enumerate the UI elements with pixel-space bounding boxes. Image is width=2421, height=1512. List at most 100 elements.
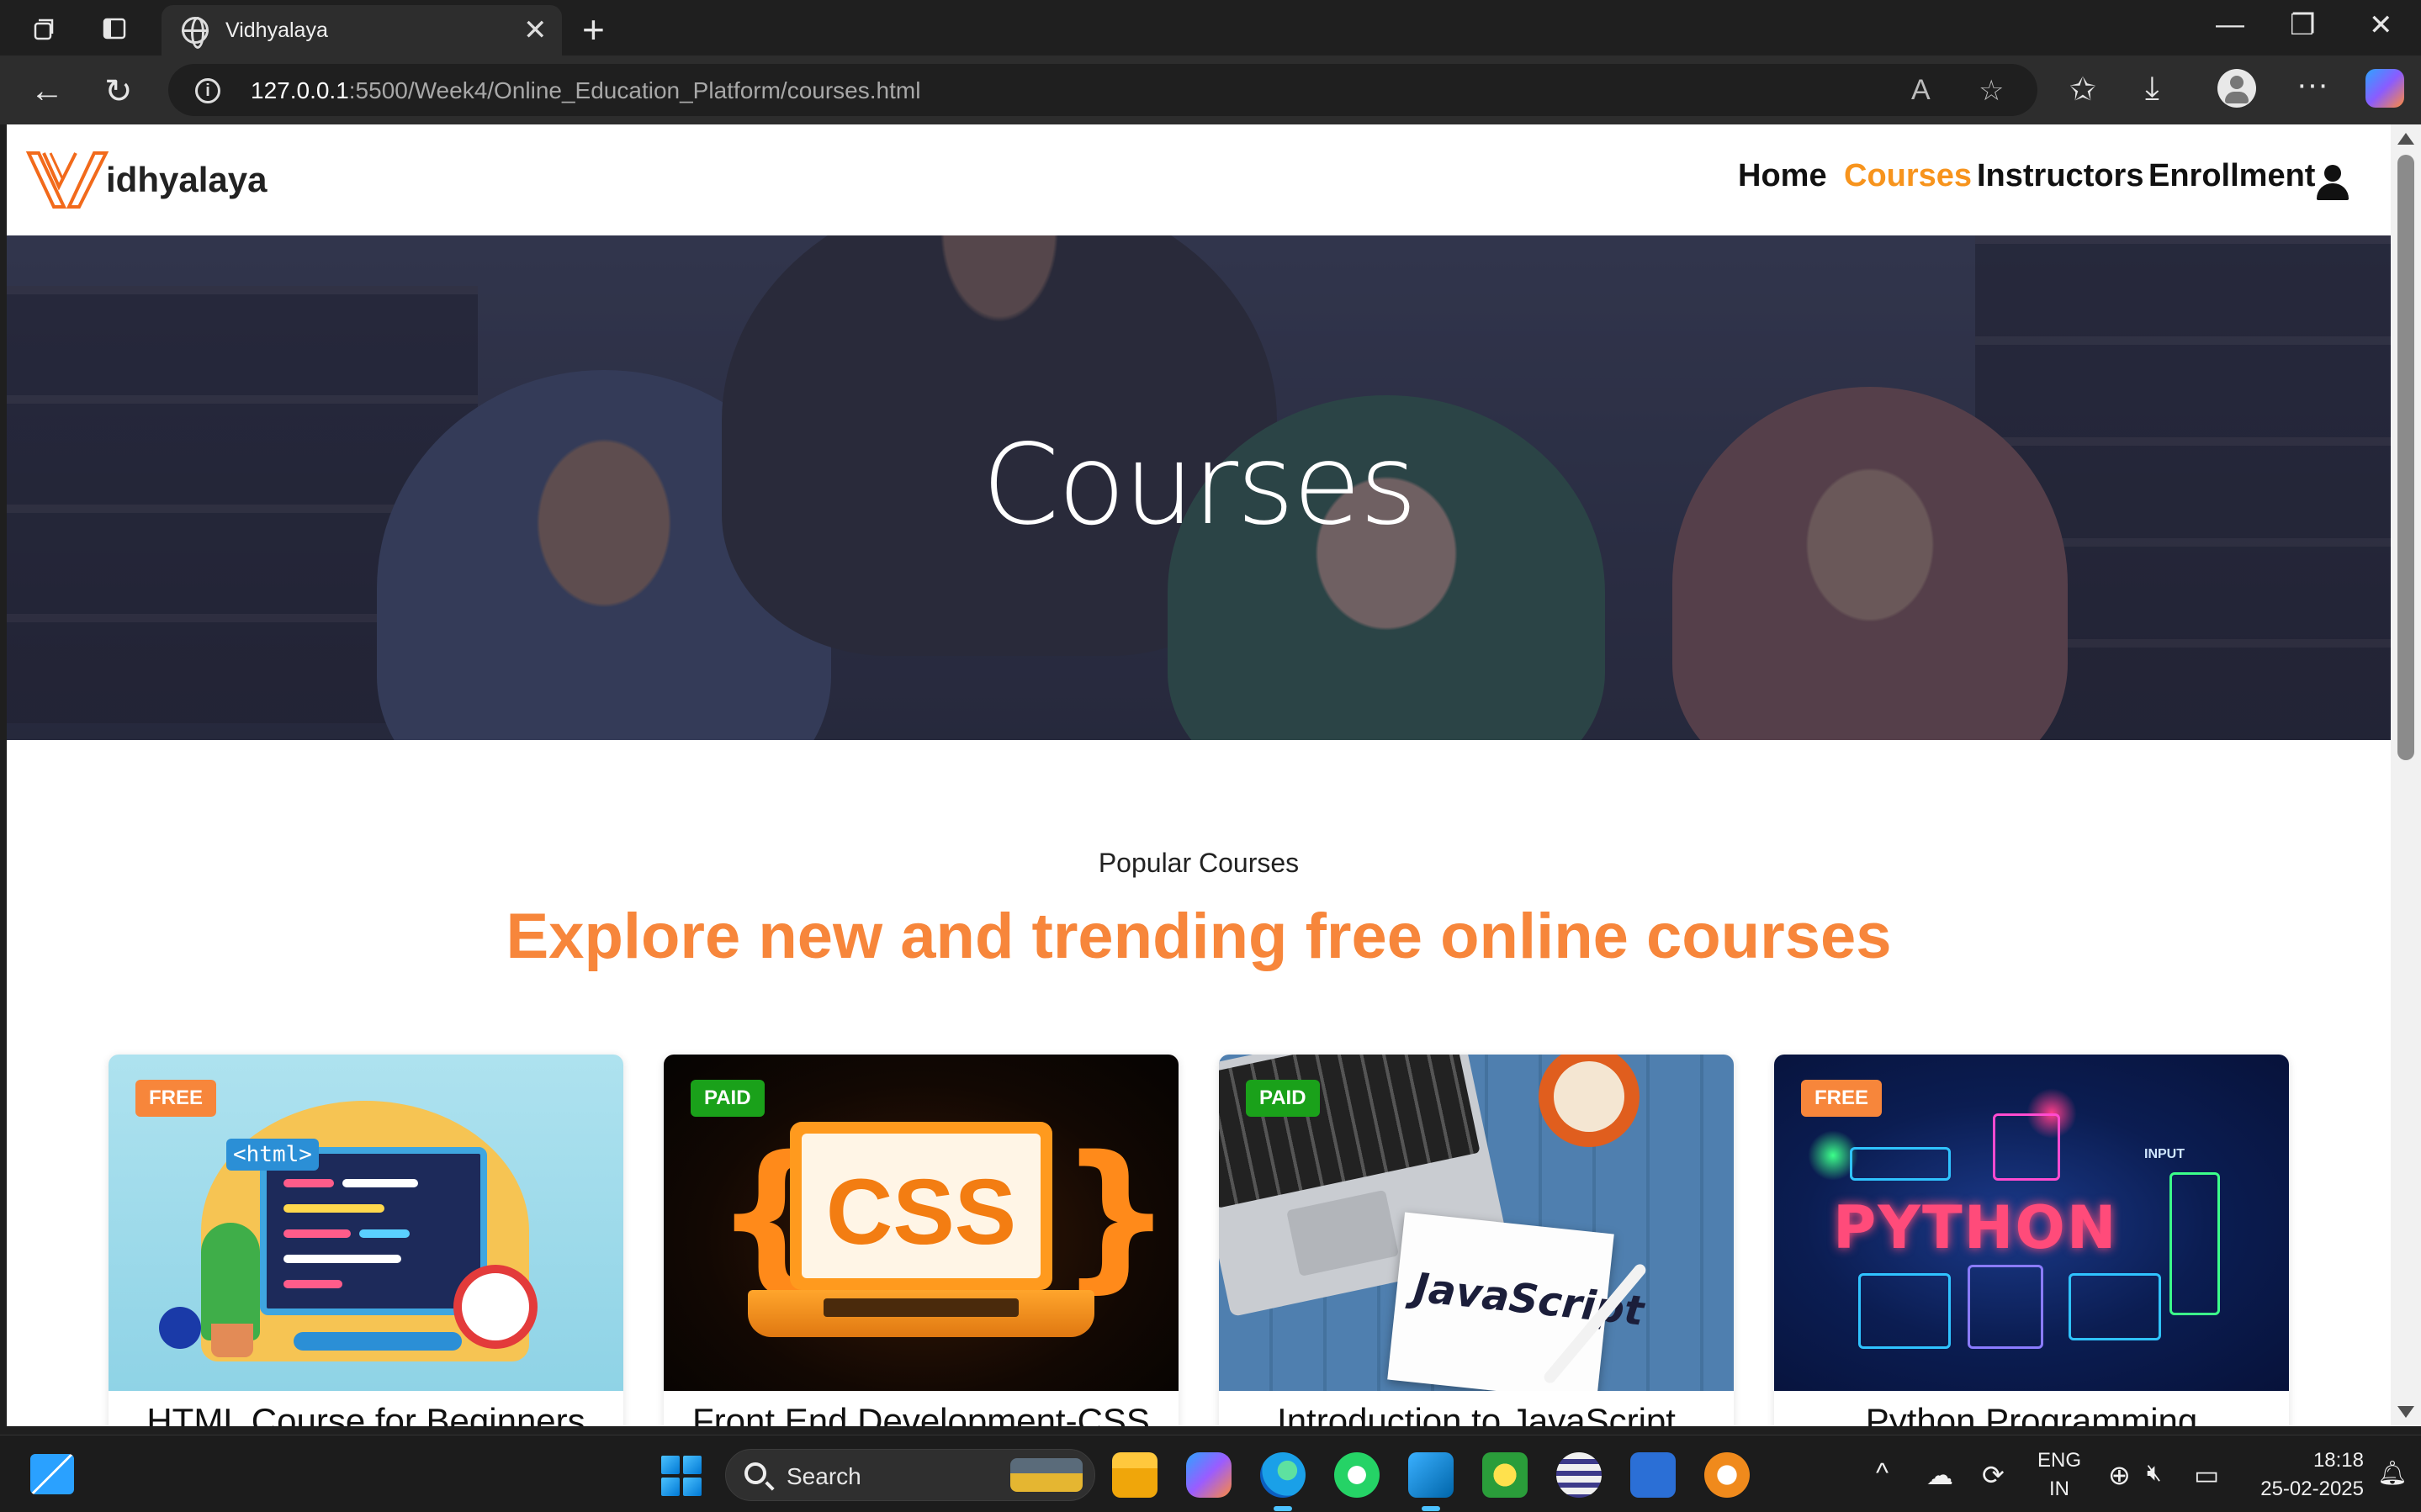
course-card-python[interactable]: PYTHON INPUT FREE Python Programming (1774, 1055, 2289, 1426)
image-alarm-clock (453, 1265, 538, 1349)
copilot-icon[interactable] (2365, 69, 2404, 108)
restore-icon[interactable]: ❐ (2290, 8, 2315, 42)
course-title[interactable]: HTML Course for Beginners (109, 1401, 623, 1426)
more-options-icon[interactable]: ··· (2297, 67, 2328, 103)
course-card-html[interactable]: <html> FREE HTML Course for Beginners (109, 1055, 623, 1426)
image-pot (211, 1324, 253, 1357)
site-logo[interactable]: idhyalaya (25, 148, 267, 212)
site-info-icon[interactable]: i (195, 78, 220, 103)
network-globe-icon[interactable]: ⊕ (2108, 1459, 2131, 1491)
logo-v-icon (25, 151, 109, 209)
user-account-icon[interactable] (2317, 165, 2349, 200)
region-code: IN (2049, 1478, 2069, 1500)
nav-home-link[interactable]: Home (1738, 158, 1827, 194)
image-code-window (260, 1147, 487, 1315)
favorite-star-icon[interactable]: ☆ (1979, 74, 2004, 108)
course-badge-paid: PAID (1246, 1080, 1320, 1117)
eclipse-icon[interactable] (1556, 1452, 1602, 1498)
image-laptop-screen: CSS (790, 1122, 1052, 1290)
browser-tab-vidhyalaya[interactable]: Vidhyalaya ✕ (162, 5, 562, 56)
image-ball (159, 1307, 201, 1349)
remote-app-icon[interactable] (1630, 1452, 1676, 1498)
read-aloud-icon[interactable]: A (1911, 74, 1931, 107)
downloads-icon[interactable]: ⤓ (2145, 71, 2159, 107)
favorites-icon[interactable]: ✩ (2069, 71, 2096, 108)
nav-enrollment-link[interactable]: Enrollment (2148, 158, 2315, 194)
nav-courses-link[interactable]: Courses (1844, 158, 1972, 194)
hero-title: Courses (982, 420, 1417, 550)
nav-instructors-link[interactable]: Instructors (1977, 158, 2143, 194)
image-paper: JavaScript (1387, 1212, 1646, 1391)
clock-time: 18:18 (2312, 1449, 2364, 1472)
clock-date-text: 25-02-2025 (2260, 1478, 2364, 1500)
back-icon[interactable]: ← (30, 72, 64, 110)
scroll-down-arrow-icon[interactable] (2397, 1406, 2414, 1418)
scroll-up-arrow-icon[interactable] (2397, 133, 2414, 145)
url-path: :5500/Week4/Online_Education_Platform/co… (348, 77, 921, 103)
course-card-javascript[interactable]: JavaScript PAID Introduction to JavaScri… (1219, 1055, 1734, 1426)
site-navbar: idhyalaya Home Courses Instructors Enrol… (7, 124, 2391, 235)
whatsapp-icon[interactable] (1334, 1452, 1380, 1498)
search-highlight-icon (1010, 1458, 1083, 1492)
hero-banner: Courses (7, 235, 2391, 740)
close-tab-icon[interactable]: ✕ (523, 13, 548, 47)
section-heading: Explore new and trending free online cou… (506, 901, 1892, 972)
css-screen-text: CSS (825, 1160, 1017, 1264)
address-bar[interactable]: i 127.0.0.1:5500/Week4/Online_Education_… (168, 64, 2037, 116)
onedrive-icon[interactable]: ☁ (1926, 1459, 1953, 1491)
right-brace-glyph: } (1059, 1122, 1173, 1308)
url-text[interactable]: 127.0.0.1:5500/Week4/Online_Education_Pl… (251, 77, 920, 104)
browser-tab-bar: Vidhyalaya ✕ + — ❐ ✕ (0, 0, 2421, 56)
speaker-muted-icon[interactable]: 🔇︎ (2147, 1459, 2162, 1487)
python-image-text: PYTHON (1833, 1193, 2118, 1262)
search-icon (744, 1462, 766, 1484)
windows-taskbar: Search ^ ☁ ⟳ ENG IN ⊕ 🔇︎ ▭ 18:18 25-02-2… (0, 1435, 2421, 1512)
image-monitor-stand (294, 1332, 462, 1351)
app-plus-icon[interactable] (1482, 1452, 1528, 1498)
edge-browser-icon[interactable] (1260, 1452, 1306, 1511)
windows-start-icon[interactable] (661, 1456, 702, 1496)
clock-date[interactable]: 18:18 25-02-2025 (2238, 1449, 2364, 1501)
course-badge-paid: PAID (691, 1080, 765, 1117)
course-card-css[interactable]: { } CSS PAID Front End Development-CSS (664, 1055, 1179, 1426)
app-circle-icon[interactable] (1704, 1452, 1750, 1498)
copilot-app-icon[interactable] (1186, 1452, 1232, 1498)
reload-icon[interactable]: ↻ (104, 72, 133, 111)
new-tab-icon[interactable]: + (582, 7, 605, 52)
course-title[interactable]: Python Programming (1774, 1401, 2289, 1426)
notification-bell-icon[interactable]: 🔔︎ (2377, 1459, 2408, 1487)
language-code: ENG (2037, 1449, 2081, 1472)
python-input-label: INPUT (2144, 1147, 2185, 1161)
profile-avatar-icon[interactable] (2217, 69, 2256, 108)
tab-title: Vidhyalaya (225, 19, 328, 42)
brand-name: idhyalaya (106, 160, 268, 199)
minimize-icon[interactable]: — (2216, 8, 2244, 41)
window-close-icon[interactable]: ✕ (2369, 8, 2393, 42)
url-host: 127.0.0.1 (251, 77, 349, 103)
sync-icon[interactable]: ⟳ (1982, 1459, 2005, 1491)
image-laptop-keys (824, 1298, 1019, 1317)
tray-chevron-icon[interactable]: ^ (1876, 1457, 1889, 1488)
course-title[interactable]: Front End Development-CSS (664, 1401, 1179, 1426)
course-badge-free: FREE (1801, 1080, 1883, 1117)
image-coffee-cup (1539, 1055, 1640, 1147)
language-indicator[interactable]: ENG IN (2034, 1449, 2085, 1501)
html-tag-label: <html> (226, 1139, 319, 1171)
course-badge-free: FREE (135, 1080, 217, 1117)
file-explorer-icon[interactable] (1112, 1452, 1158, 1498)
widgets-icon[interactable] (30, 1454, 74, 1494)
taskbar-search-label: Search (787, 1463, 861, 1489)
browser-toolbar: ← ↻ i 127.0.0.1:5500/Week4/Online_Educat… (0, 56, 2421, 124)
section-eyebrow: Popular Courses (1098, 848, 1300, 878)
scroll-thumb[interactable] (2397, 155, 2414, 760)
workspaces-icon[interactable] (27, 12, 61, 45)
course-title[interactable]: Introduction to JavaScript (1219, 1401, 1734, 1426)
page-viewport: idhyalaya Home Courses Instructors Enrol… (7, 124, 2391, 1426)
globe-icon (182, 17, 209, 49)
image-cactus (201, 1223, 260, 1340)
page-scrollbar[interactable] (2391, 124, 2421, 1426)
battery-icon[interactable]: ▭ (2194, 1459, 2219, 1491)
vscode-icon[interactable] (1408, 1452, 1454, 1511)
taskbar-search-box[interactable]: Search (725, 1449, 1095, 1501)
tab-actions-icon[interactable] (98, 12, 131, 45)
